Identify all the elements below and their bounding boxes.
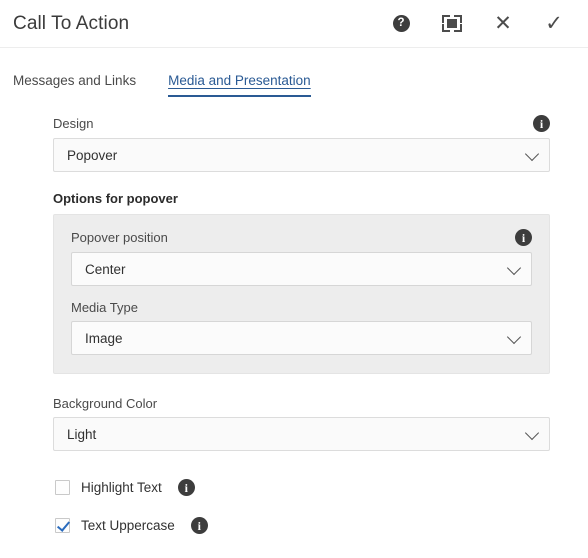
chevron-down-icon — [506, 329, 522, 345]
design-label-row: Design i — [53, 115, 550, 132]
design-select-value: Popover — [67, 147, 118, 163]
info-icon-wrap: i — [190, 517, 208, 534]
chevron-down-icon — [506, 260, 522, 276]
media-type-select[interactable]: Image — [71, 321, 532, 355]
text-uppercase-checkbox[interactable] — [55, 518, 70, 533]
highlight-text-checkbox[interactable] — [55, 480, 70, 495]
chevron-down-icon — [524, 425, 540, 441]
info-icon[interactable]: i — [515, 229, 532, 246]
popover-position-select-value: Center — [85, 261, 126, 277]
media-type-select-value: Image — [85, 330, 123, 346]
tab-bar: Messages and Links Media and Presentatio… — [0, 57, 588, 97]
confirm-button[interactable]: ✓ — [542, 12, 566, 36]
chevron-down-icon — [524, 146, 540, 162]
design-label: Design — [53, 116, 94, 131]
background-color-label-row: Background Color — [53, 396, 550, 411]
check-icon: ✓ — [545, 12, 563, 35]
info-icon[interactable]: i — [190, 517, 208, 534]
close-button[interactable]: ✕ — [491, 12, 515, 36]
form-body: Design i Popover Options for popover Pop… — [0, 115, 588, 539]
options-group-heading: Options for popover — [53, 191, 178, 206]
popover-position-label-row: Popover position i — [71, 229, 532, 246]
fullscreen-button[interactable] — [440, 12, 464, 36]
popover-position-label: Popover position — [71, 230, 168, 245]
options-popover-panel: Popover position i Center Media Type Ima… — [53, 214, 550, 374]
design-select[interactable]: Popover — [53, 138, 550, 172]
tab-media-and-presentation[interactable]: Media and Presentation — [168, 73, 311, 97]
background-color-field: Background Color Light — [0, 396, 588, 451]
highlight-text-label: Highlight Text — [81, 480, 162, 495]
popover-position-field: Popover position i Center — [71, 229, 532, 286]
close-icon: ✕ — [494, 12, 512, 35]
popover-position-select[interactable]: Center — [71, 252, 532, 286]
highlight-text-row[interactable]: Highlight Text i — [0, 474, 588, 501]
media-type-label: Media Type — [71, 300, 138, 315]
options-group-heading-wrap: Options for popover — [0, 191, 588, 206]
info-icon-wrap: i — [177, 479, 195, 496]
design-field: Design i Popover — [0, 115, 588, 172]
panel-spacer — [71, 286, 532, 300]
info-icon[interactable]: i — [533, 115, 550, 132]
info-icon[interactable]: i — [177, 479, 195, 496]
page-title: Call To Action — [13, 12, 130, 34]
window-titlebar: Call To Action ? ✕ ✓ — [0, 0, 588, 48]
text-uppercase-label: Text Uppercase — [81, 518, 175, 533]
background-color-select-value: Light — [67, 426, 97, 442]
fullscreen-icon — [442, 15, 462, 32]
background-color-label: Background Color — [53, 396, 158, 411]
titlebar-actions: ? ✕ ✓ — [389, 12, 588, 36]
help-icon: ? — [392, 15, 410, 32]
help-button[interactable]: ? — [389, 12, 413, 36]
background-color-select[interactable]: Light — [53, 417, 550, 451]
media-type-label-row: Media Type — [71, 300, 532, 315]
media-type-field: Media Type Image — [71, 300, 532, 355]
text-uppercase-row[interactable]: Text Uppercase i — [0, 512, 588, 539]
tab-messages-and-links[interactable]: Messages and Links — [13, 73, 136, 97]
